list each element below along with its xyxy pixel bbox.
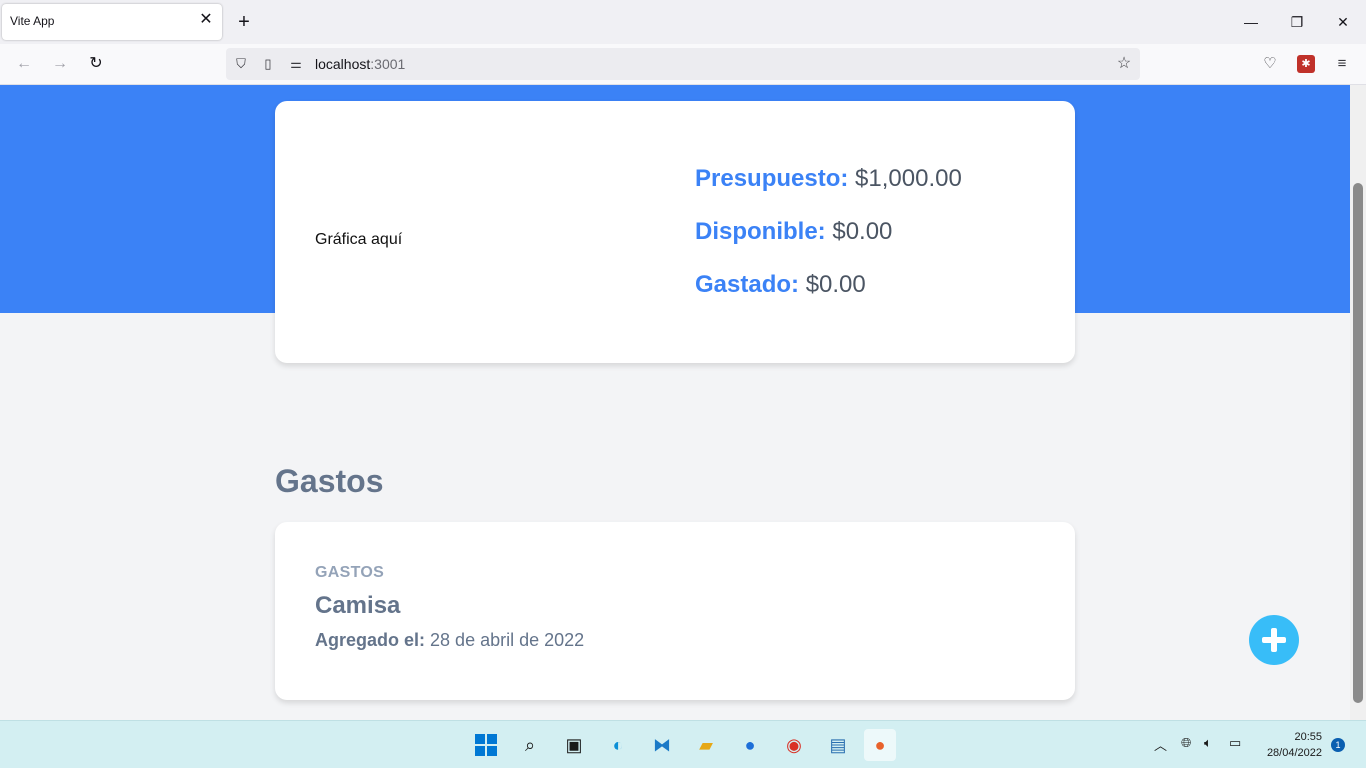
presupuesto-stat: Presupuesto: $1,000.00 <box>695 165 962 193</box>
gastado-label: Gastado: <box>695 271 800 298</box>
browser-tab[interactable]: Vite App ✕ <box>2 4 222 40</box>
reload-icon[interactable]: ↻ <box>82 50 110 78</box>
task-view-icon[interactable]: ▣ <box>558 729 590 761</box>
page-icon[interactable]: ▯ <box>258 54 278 74</box>
url-host: localhost <box>315 56 371 72</box>
edge-icon[interactable]: ◐ <box>602 729 634 761</box>
system-clock[interactable]: 20:55 28/04/2022 <box>1252 729 1322 761</box>
notification-badge[interactable]: 1 <box>1331 738 1345 752</box>
expense-date-value: 28 de abril de 2022 <box>430 630 585 650</box>
file-explorer-icon[interactable]: ▰ <box>690 729 722 761</box>
expense-name: Camisa <box>315 592 401 619</box>
scroll-thumb[interactable] <box>1353 183 1363 703</box>
gastado-value: $0.00 <box>805 271 866 298</box>
notepad-icon[interactable]: ▤ <box>822 729 854 761</box>
page-scrollbar[interactable] <box>1350 85 1366 720</box>
network-icon[interactable]: 🌐︎ <box>1181 735 1191 751</box>
url-text[interactable]: localhost:3001 <box>315 56 405 72</box>
tab-title: Vite App <box>10 14 55 28</box>
shield-icon[interactable]: ⛉ <box>231 54 251 74</box>
forward-arrow-icon[interactable]: → <box>46 50 74 78</box>
url-bar[interactable]: ⛉ ▯ ⚌ localhost:3001 ☆ <box>226 48 1140 80</box>
disponible-value: $0.00 <box>832 218 893 245</box>
disponible-label: Disponible: <box>695 218 826 245</box>
clock-time: 20:55 <box>1294 731 1322 743</box>
taskbar: ⌕ ▣ ◐ ⧓ ▰ ● ◉ ▤ ● ︿ 🌐︎ 🔈︎ ▭ 20:55 28/04/… <box>0 720 1366 768</box>
clock-date: 28/04/2022 <box>1266 747 1322 759</box>
gastos-section-title: Gastos <box>275 463 384 499</box>
browser-nav-bar: ← → ↻ ⛉ ▯ ⚌ localhost:3001 ☆ ♡ ✱ ≡ <box>0 44 1366 85</box>
vscode-icon[interactable]: ⧓ <box>646 729 678 761</box>
disponible-stat: Disponible: $0.00 <box>695 218 892 246</box>
presupuesto-value: $1,000.00 <box>855 165 962 192</box>
presupuesto-label: Presupuesto: <box>695 165 849 192</box>
minimize-button[interactable]: — <box>1236 8 1266 36</box>
maximize-button[interactable]: ❐ <box>1282 8 1312 36</box>
firefox-icon[interactable]: ● <box>864 729 896 761</box>
close-window-button[interactable]: ✕ <box>1328 8 1358 36</box>
budget-card: Gráfica aquí Presupuesto: $1,000.00 Disp… <box>275 101 1075 363</box>
gastado-stat: Gastado: $0.00 <box>695 271 866 299</box>
back-arrow-icon[interactable]: ← <box>10 50 38 78</box>
menu-icon[interactable]: ≡ <box>1330 52 1354 76</box>
expense-date: Agregado el: 28 de abril de 2022 <box>315 630 584 651</box>
browser-tab-bar: Vite App ✕ + — ❐ ✕ <box>0 0 1366 44</box>
firefox-developer-icon[interactable]: ● <box>734 729 766 761</box>
expense-card[interactable]: Gastos Camisa Agregado el: 28 de abril d… <box>275 522 1075 700</box>
volume-icon[interactable]: 🔈︎ <box>1204 735 1212 751</box>
url-port: :3001 <box>370 56 406 72</box>
new-tab-button[interactable]: + <box>232 10 256 34</box>
expense-date-label: Agregado el: <box>315 630 426 650</box>
add-expense-button[interactable] <box>1249 615 1299 665</box>
extension-icon[interactable]: ✱ <box>1297 55 1315 73</box>
pocket-icon[interactable]: ♡ <box>1258 52 1282 76</box>
tray-chevron-icon[interactable]: ︿ <box>1154 735 1167 754</box>
battery-icon[interactable]: ▭ <box>1229 735 1241 751</box>
chart-placeholder: Gráfica aquí <box>315 231 403 248</box>
tab-close-icon[interactable]: ✕ <box>196 10 216 30</box>
chrome-icon[interactable]: ◉ <box>778 729 810 761</box>
page-viewport: Gráfica aquí Presupuesto: $1,000.00 Disp… <box>0 85 1350 720</box>
search-icon[interactable]: ⌕ <box>514 729 546 761</box>
expense-category: Gastos <box>315 564 385 581</box>
start-icon[interactable] <box>470 729 502 761</box>
bookmark-star-icon[interactable]: ☆ <box>1114 54 1134 74</box>
permissions-icon[interactable]: ⚌ <box>286 54 306 74</box>
